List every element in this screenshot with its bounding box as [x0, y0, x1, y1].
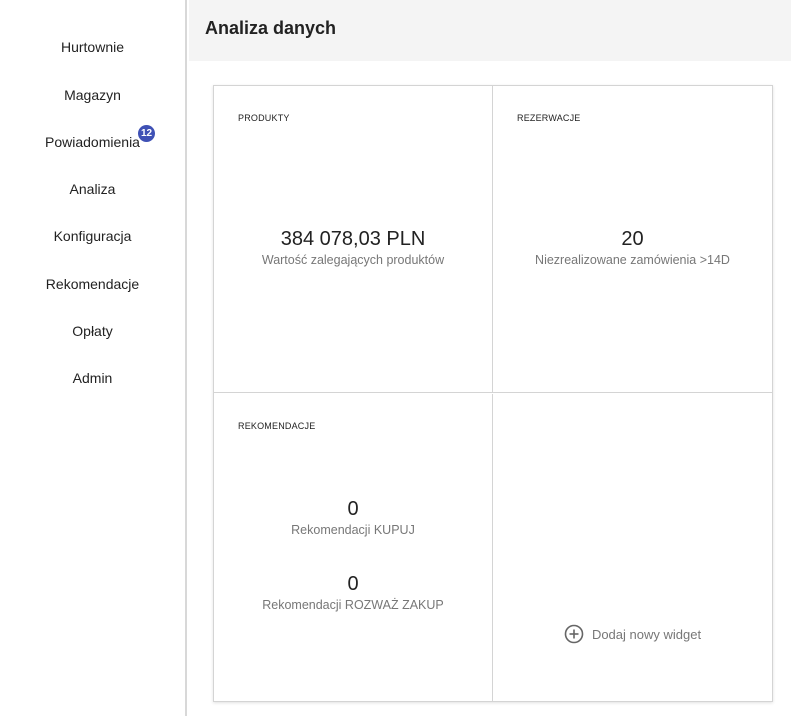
widget-title: REZERWACJE	[517, 113, 581, 123]
page-title: Analiza danych	[205, 18, 337, 38]
widget-rezerwacje: REZERWACJE 20 Niezrealizowane zamówienia…	[493, 86, 772, 393]
metric: 384 078,03 PLN Wartość zalegających prod…	[214, 227, 492, 267]
add-widget-label: Dodaj nowy widget	[591, 626, 702, 642]
widget-title: PRODUKTY	[238, 113, 290, 123]
metric-label: Wartość zalegających produktów	[261, 253, 445, 267]
sidebar-item-magazyn[interactable]: Magazyn	[0, 80, 185, 110]
widget-rekomendacje: REKOMENDACJE 0 Rekomendacji KUPUJ 0 Reko…	[214, 394, 493, 701]
sidebar-item-label: Admin	[72, 370, 113, 386]
metric-value: 0	[347, 498, 359, 520]
sidebar-item-analiza[interactable]: Analiza	[0, 174, 185, 204]
sidebar-item-label: Konfiguracja	[53, 228, 132, 244]
add-widget-button[interactable]: Dodaj nowy widget	[493, 621, 772, 647]
widget-title: REKOMENDACJE	[238, 421, 316, 431]
metric-value: 20	[621, 228, 644, 250]
sidebar-item-label: Powiadomienia	[45, 134, 140, 150]
plus-circle-icon	[564, 624, 584, 644]
metric-label: Rekomendacji ROZWAŻ ZAKUP	[262, 598, 444, 612]
sidebar-item-label: Analiza	[69, 181, 116, 197]
sidebar-item-label: Opłaty	[72, 323, 113, 339]
metric-label: Rekomendacji KUPUJ	[291, 523, 415, 537]
sidebar-item-admin[interactable]: Admin	[0, 363, 185, 393]
sidebar-item-hurtownie[interactable]: Hurtownie	[0, 32, 185, 62]
metric: 20 Niezrealizowane zamówienia >14D	[493, 227, 772, 267]
main-content: Analiza danych PRODUKTY 384 078,03 PLN W…	[189, 0, 791, 716]
sidebar-item-label: Magazyn	[64, 87, 121, 103]
sidebar-item-powiadomienia[interactable]: Powiadomienia	[0, 127, 185, 157]
widget-grid: PRODUKTY 384 078,03 PLN Wartość zalegają…	[213, 85, 773, 702]
sidebar-item-konfiguracja[interactable]: Konfiguracja	[0, 221, 185, 251]
sidebar-item-oplaty[interactable]: Opłaty	[0, 316, 185, 346]
page-header: Analiza danych	[189, 0, 791, 61]
metric-label: Niezrealizowane zamówienia >14D	[535, 253, 730, 267]
sidebar: Hurtownie Magazyn Powiadomienia 12 Anali…	[0, 0, 187, 716]
widget-produkty: PRODUKTY 384 078,03 PLN Wartość zalegają…	[214, 86, 493, 393]
metric-buy: 0 Rekomendacji KUPUJ	[214, 497, 492, 537]
sidebar-item-rekomendacje[interactable]: Rekomendacje	[0, 269, 185, 299]
sidebar-item-label: Hurtownie	[60, 39, 125, 55]
metric-consider: 0 Rekomendacji ROZWAŻ ZAKUP	[214, 572, 492, 612]
notification-badge: 12	[138, 125, 155, 142]
metric-value: 0	[347, 573, 359, 595]
sidebar-item-label: Rekomendacje	[45, 276, 140, 292]
widget-add-slot: Dodaj nowy widget	[493, 394, 772, 701]
metric-value: 384 078,03 PLN	[280, 228, 426, 250]
